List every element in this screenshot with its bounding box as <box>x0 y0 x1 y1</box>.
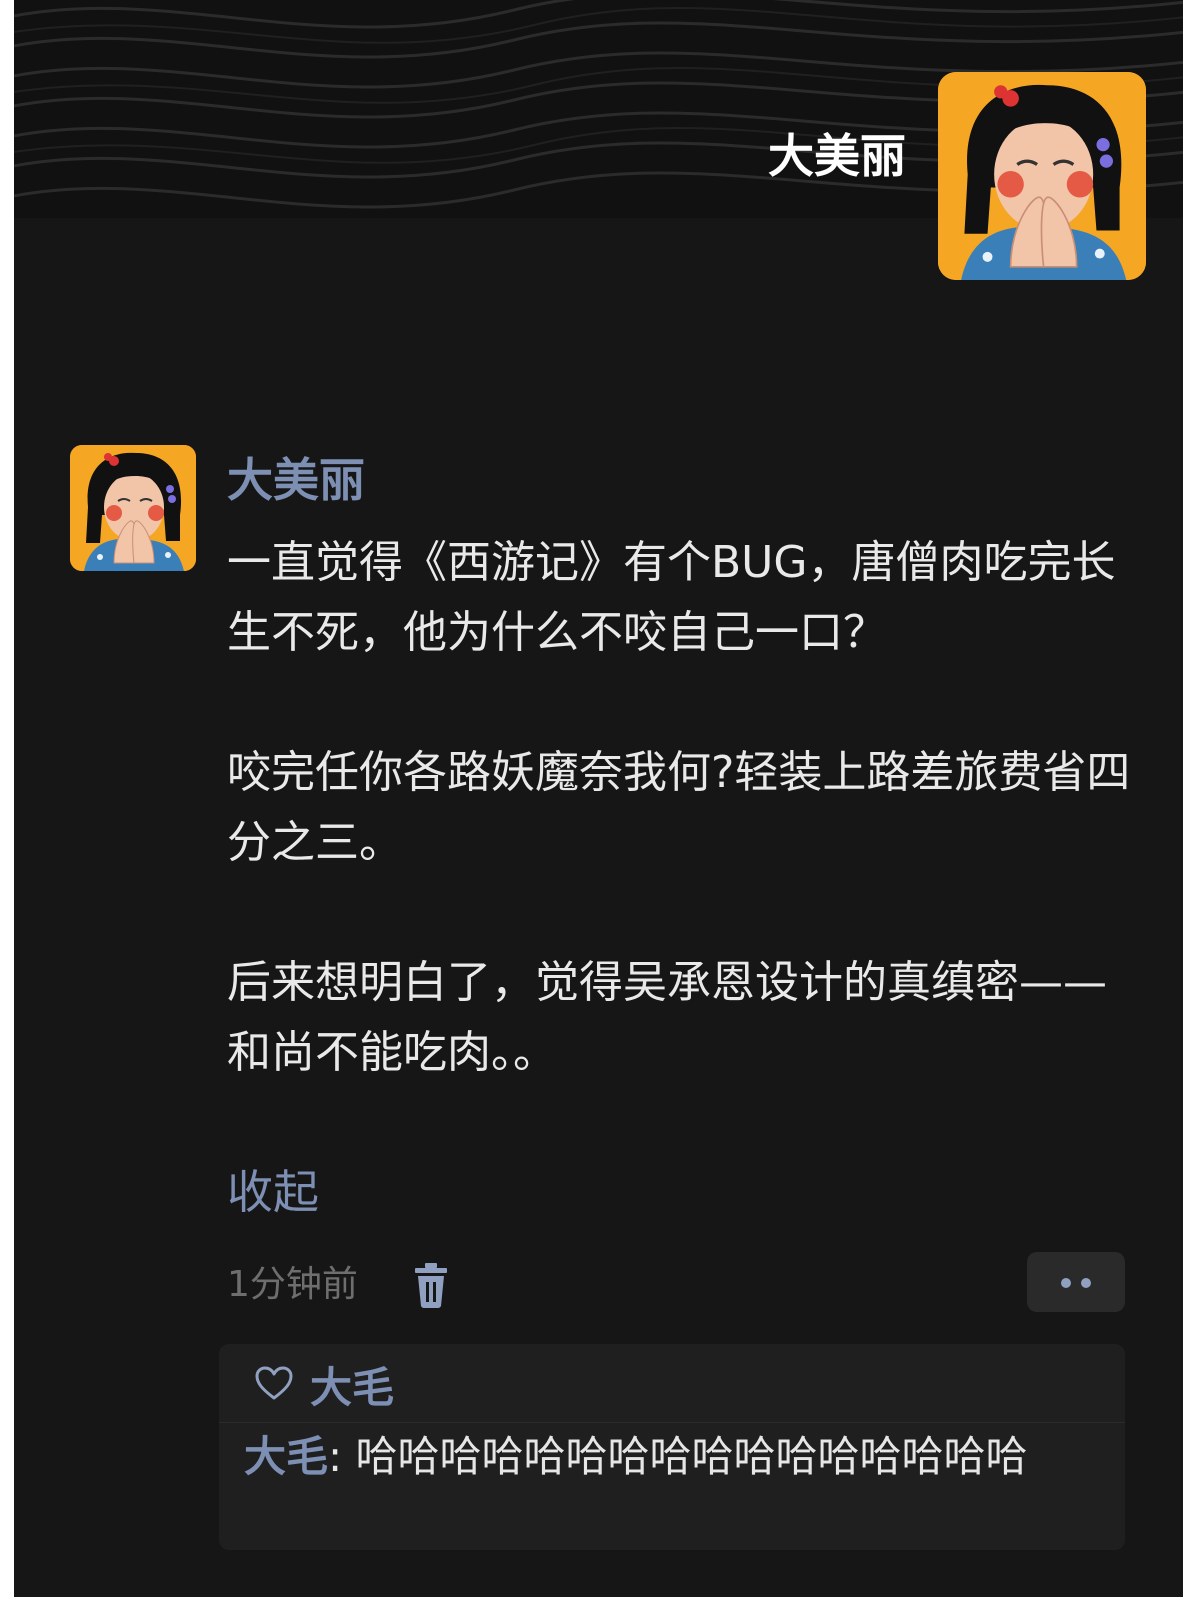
post-paragraph: 一直觉得《西游记》有个BUG，唐僧肉吃完长生不死，他为什么不咬自己一口？ <box>227 537 1116 658</box>
post-author-name[interactable]: 大美丽 <box>227 450 365 510</box>
like-user[interactable]: 大毛 <box>310 1354 394 1415</box>
post-paragraph: 咬完任你各路妖魔奈我何?轻装上路差旅费省四分之三。 <box>227 747 1131 868</box>
comment-text: 哈哈哈哈哈哈哈哈哈哈哈哈哈哈哈哈 <box>355 1432 1028 1481</box>
post-author-avatar[interactable] <box>70 445 196 571</box>
moments-screen: 大美丽 大美丽 一直觉得《西游记》有个BUG，唐僧肉吃完长生不死，他为什么不咬自… <box>14 0 1183 1597</box>
comment-item[interactable]: 大毛: 哈哈哈哈哈哈哈哈哈哈哈哈哈哈哈哈 <box>244 1429 1104 1485</box>
avatar-illustration <box>938 72 1146 280</box>
post-paragraph: 后来想明白了，觉得吴承恩设计的真缜密——和尚不能吃肉。。 <box>227 957 1107 1078</box>
divider <box>219 1422 1125 1423</box>
comment-author[interactable]: 大毛 <box>244 1432 328 1481</box>
likes-row: 大毛 <box>254 1354 394 1414</box>
delete-button[interactable] <box>409 1262 453 1310</box>
avatar-illustration <box>70 445 196 571</box>
post-time: 1分钟前 <box>227 1264 358 1305</box>
interaction-panel: 大毛 大毛: 哈哈哈哈哈哈哈哈哈哈哈哈哈哈哈哈 <box>219 1344 1125 1550</box>
collapse-link[interactable]: 收起 <box>227 1162 319 1222</box>
profile-name: 大美丽 <box>768 129 906 183</box>
heart-outline-icon <box>255 1366 293 1400</box>
profile-avatar[interactable] <box>938 72 1146 280</box>
trash-icon <box>415 1263 447 1308</box>
more-actions-button[interactable] <box>1027 1252 1125 1312</box>
post-text: 一直觉得《西游记》有个BUG，唐僧肉吃完长生不死，他为什么不咬自己一口？ 咬完任… <box>227 528 1132 1088</box>
comment-separator: : <box>328 1432 356 1481</box>
